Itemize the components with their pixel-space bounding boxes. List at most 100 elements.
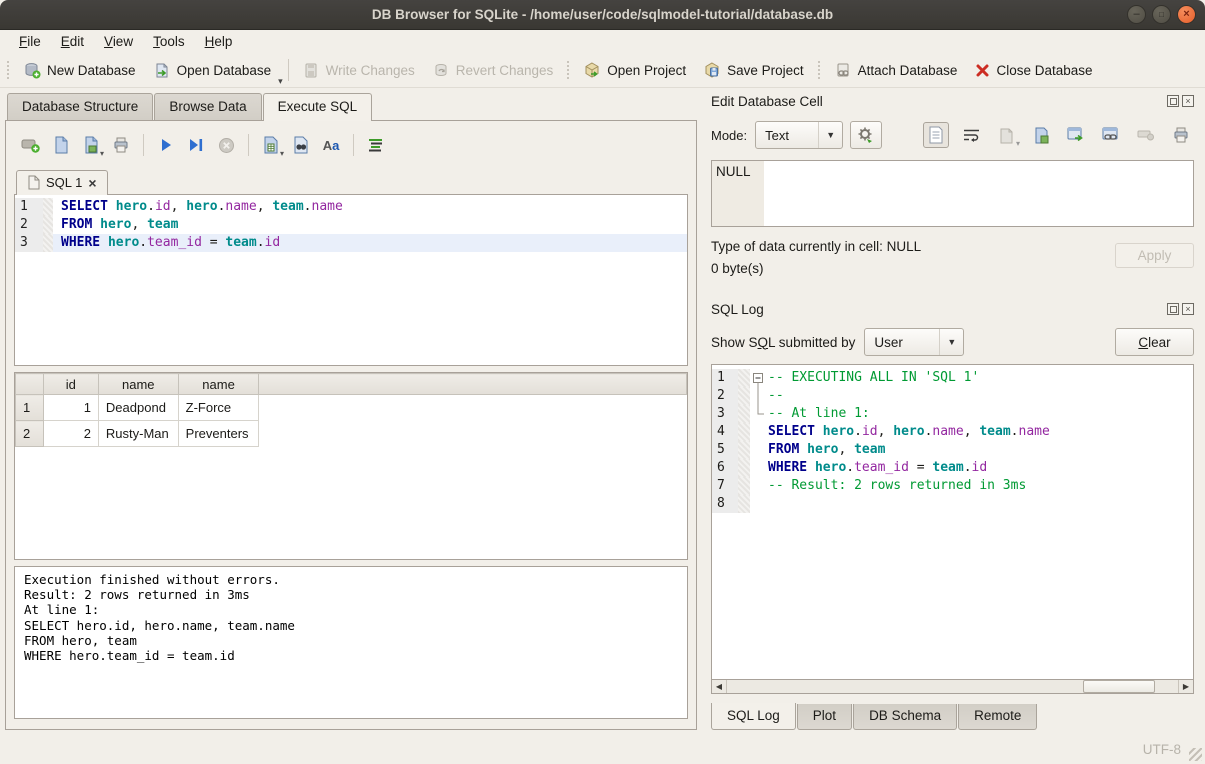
sql-tab-label: SQL 1 <box>46 175 82 190</box>
export-data-icon[interactable] <box>1028 122 1054 148</box>
column-header[interactable]: id <box>43 374 98 395</box>
attach-database-button[interactable]: Attach Database <box>826 58 967 83</box>
revert-changes-button: Revert Changes <box>424 58 563 83</box>
cell[interactable]: Rusty-Man <box>98 421 178 447</box>
tab-database-structure[interactable]: Database Structure <box>7 93 153 120</box>
print-icon[interactable] <box>108 133 134 157</box>
close-dock-icon[interactable]: × <box>1182 95 1194 107</box>
open-database-icon <box>154 62 171 79</box>
open-database-button[interactable]: Open Database <box>145 58 281 83</box>
cell-editor-gutter: NULL <box>712 161 764 226</box>
menu-view[interactable]: View <box>95 32 142 51</box>
log-line[interactable]: 8 <box>712 495 1193 513</box>
sql-log-view[interactable]: 1-- EXECUTING ALL IN 'SQL 1'2--3-- At li… <box>711 364 1194 679</box>
fold-marker-icon[interactable] <box>750 369 768 387</box>
column-header[interactable]: name <box>98 374 178 395</box>
dock-tab-sql-log[interactable]: SQL Log <box>711 703 796 730</box>
sql-1-tab[interactable]: SQL 1 × <box>16 170 108 195</box>
menu-tools[interactable]: Tools <box>144 32 194 51</box>
tab-browse-data[interactable]: Browse Data <box>154 93 261 120</box>
cell[interactable]: Z-Force <box>178 395 259 421</box>
open-external-icon[interactable] <box>1063 122 1089 148</box>
new-database-button[interactable]: New Database <box>15 58 145 83</box>
dock-tab-plot[interactable]: Plot <box>797 704 852 730</box>
cell[interactable]: Deadpond <box>98 395 178 421</box>
close-dock-icon[interactable]: × <box>1182 303 1194 315</box>
save-project-label: Save Project <box>727 63 804 78</box>
execution-message: Execution finished without errors.Result… <box>14 566 688 719</box>
cell[interactable]: Preventers <box>178 421 259 447</box>
link-icon[interactable] <box>1098 122 1124 148</box>
find-icon[interactable] <box>288 133 314 157</box>
fold-marker-icon[interactable] <box>750 405 768 423</box>
print-cell-icon[interactable] <box>1168 122 1194 148</box>
maximize-button[interactable]: □ <box>1152 5 1171 24</box>
resize-grip-icon[interactable] <box>1189 748 1202 761</box>
toolbar-grip[interactable] <box>816 59 823 81</box>
cell[interactable]: 2 <box>43 421 98 447</box>
new-sql-tab-icon[interactable] <box>18 133 44 157</box>
column-header[interactable]: name <box>178 374 259 395</box>
log-line[interactable]: 6WHERE hero.team_id = team.id <box>712 459 1193 477</box>
row-header[interactable]: 2 <box>16 421 44 447</box>
dock-tab-remote[interactable]: Remote <box>958 704 1037 730</box>
close-database-button[interactable]: Close Database <box>966 59 1101 82</box>
text-mode-icon[interactable] <box>923 122 949 148</box>
save-sql-file-icon[interactable]: ▾ <box>78 133 104 157</box>
dock-tab-db-schema[interactable]: DB Schema <box>853 704 957 730</box>
fold-marker-icon[interactable] <box>750 387 768 405</box>
toolbar-grip[interactable] <box>565 59 572 81</box>
menu-file[interactable]: File <box>10 32 50 51</box>
log-line[interactable]: 3-- At line 1: <box>712 405 1193 423</box>
auto-switch-mode-button[interactable] <box>850 121 882 149</box>
log-line[interactable]: 2-- <box>712 387 1193 405</box>
mode-select[interactable]: Text ▼ <box>755 121 843 149</box>
log-line[interactable]: 1-- EXECUTING ALL IN 'SQL 1' <box>712 369 1193 387</box>
tab-execute-sql[interactable]: Execute SQL <box>263 93 373 121</box>
edit-cell-toolbar: Mode: Text ▼ ▾ <box>711 120 1194 150</box>
export-results-icon[interactable]: ▾ <box>258 133 284 157</box>
open-database-dropdown[interactable]: ▾ <box>278 76 283 87</box>
log-horizontal-scrollbar[interactable]: ◀ ▶ <box>711 679 1194 694</box>
submitter-select[interactable]: User ▼ <box>864 328 964 356</box>
open-project-button[interactable]: Open Project <box>575 58 695 83</box>
close-database-label: Close Database <box>996 63 1092 78</box>
log-line[interactable]: 7-- Result: 2 rows returned in 3ms <box>712 477 1193 495</box>
results-grid[interactable]: idnamename11DeadpondZ-Force22Rusty-ManPr… <box>14 372 688 560</box>
scrollbar-track[interactable] <box>727 680 1178 693</box>
editor-line[interactable]: 3WHERE hero.team_id = team.id <box>15 234 687 252</box>
replace-icon[interactable]: Aa <box>318 133 344 157</box>
open-sql-file-icon[interactable] <box>48 133 74 157</box>
log-line[interactable]: 4SELECT hero.id, hero.name, team.name <box>712 423 1193 441</box>
scrollbar-thumb[interactable] <box>1083 680 1155 693</box>
editor-line[interactable]: 2FROM hero, team <box>15 216 687 234</box>
float-dock-icon[interactable] <box>1167 95 1179 107</box>
menu-help[interactable]: Help <box>196 32 242 51</box>
table-row[interactable]: 22Rusty-ManPreventers <box>16 421 687 447</box>
minimize-button[interactable]: – <box>1127 5 1146 24</box>
log-line[interactable]: 5FROM hero, team <box>712 441 1193 459</box>
close-sql-tab-icon[interactable]: × <box>88 176 96 190</box>
format-sql-icon[interactable] <box>363 133 389 157</box>
statusbar: UTF-8 <box>0 735 1205 764</box>
cell-editor[interactable]: NULL <box>711 160 1194 227</box>
close-button[interactable]: × <box>1177 5 1196 24</box>
menubar: FileEditViewToolsHelp <box>0 30 1205 53</box>
execute-all-icon[interactable] <box>153 133 179 157</box>
clear-button[interactable]: Clear <box>1115 328 1194 356</box>
row-header[interactable]: 1 <box>16 395 44 421</box>
table-row[interactable]: 11DeadpondZ-Force <box>16 395 687 421</box>
import-data-icon: ▾ <box>993 122 1019 148</box>
toolbar-grip[interactable] <box>5 59 12 81</box>
scroll-right-icon[interactable]: ▶ <box>1178 680 1193 693</box>
float-dock-icon[interactable] <box>1167 303 1179 315</box>
cell[interactable]: 1 <box>43 395 98 421</box>
execute-line-icon[interactable] <box>183 133 209 157</box>
sql-editor[interactable]: 1SELECT hero.id, hero.name, team.name2FR… <box>14 194 688 366</box>
sql-document-icon <box>27 175 40 190</box>
save-project-button[interactable]: Save Project <box>695 58 813 83</box>
menu-edit[interactable]: Edit <box>52 32 93 51</box>
editor-line[interactable]: 1SELECT hero.id, hero.name, team.name <box>15 198 687 216</box>
scroll-left-icon[interactable]: ◀ <box>712 680 727 693</box>
word-wrap-icon[interactable] <box>958 122 984 148</box>
